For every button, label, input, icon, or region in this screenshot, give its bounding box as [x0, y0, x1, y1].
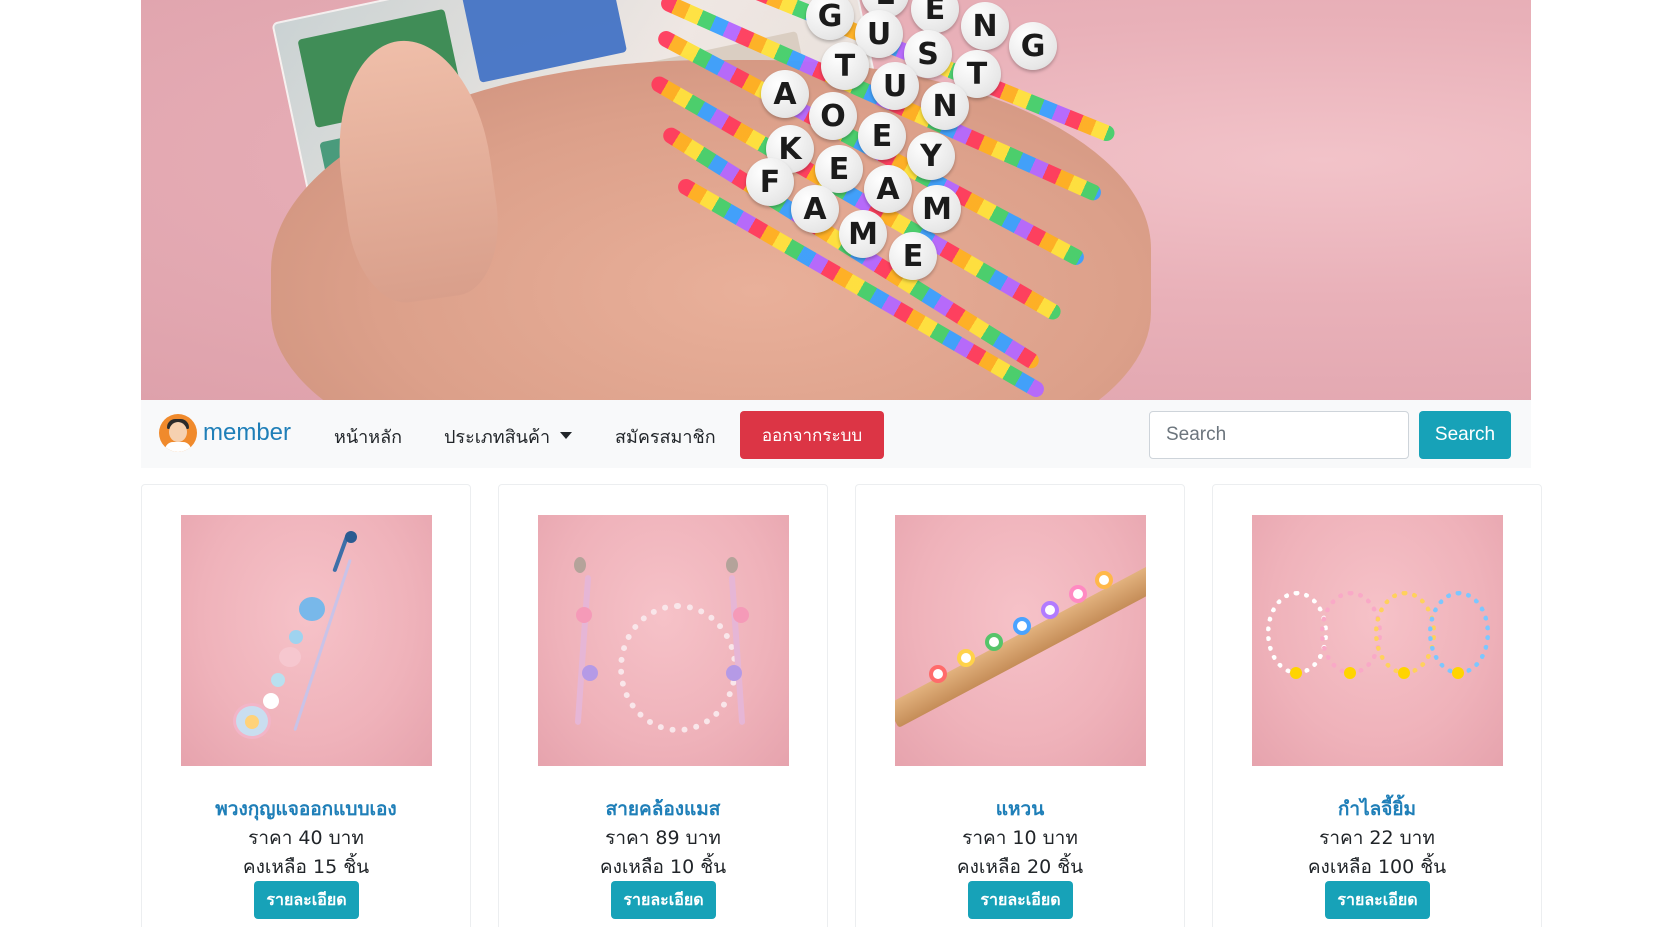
- product-title[interactable]: สายคล้องแมส: [499, 794, 827, 824]
- product-image-smiley-bracelets[interactable]: [1252, 515, 1503, 766]
- product-stock: คงเหลือ 20 ชิ้น: [956, 856, 1084, 878]
- product-image-mask-strap[interactable]: [538, 515, 789, 766]
- product-card: สายคล้องแมส ราคา 89 บาท คงเหลือ 10 ชิ้น …: [498, 484, 828, 927]
- letter-bead: N: [921, 82, 969, 130]
- letter-bead: O: [809, 92, 857, 140]
- letter-bead: E: [889, 232, 937, 280]
- letter-bead: A: [761, 70, 809, 118]
- brand-label: member: [203, 419, 292, 446]
- product-stock: คงเหลือ 15 ชิ้น: [242, 856, 370, 878]
- letter-bead: G: [1009, 22, 1057, 70]
- user-avatar-icon: [159, 414, 197, 452]
- detail-button[interactable]: รายละเอียด: [1325, 881, 1430, 919]
- letter-bead: M: [839, 210, 887, 258]
- letter-bead: F: [746, 158, 794, 206]
- letter-bead: M: [913, 185, 961, 233]
- navbar: member หน้าหลัก ประเภทสินค้า สมัครสมาชิก…: [141, 400, 1531, 468]
- product-card: กำไลจี้ยิ้ม ราคา 22 บาท คงเหลือ 100 ชิ้น…: [1212, 484, 1542, 927]
- hero-banner-image: L E N G G U S T T U N A O E Y K E A M F …: [141, 0, 1531, 400]
- letter-bead: A: [791, 185, 839, 233]
- letter-bead: E: [858, 112, 906, 160]
- bracelet-stack: L E N G G U S T T U N A O E Y K E A M F …: [641, 0, 1161, 400]
- letter-bead: E: [911, 0, 959, 33]
- nav-categories-dropdown[interactable]: ประเภทสินค้า: [444, 422, 572, 451]
- product-price: ราคา 22 บาท: [1319, 827, 1435, 849]
- product-title[interactable]: กำไลจี้ยิ้ม: [1213, 794, 1541, 824]
- nav-home-link[interactable]: หน้าหลัก: [334, 422, 402, 451]
- nav-categories-label: ประเภทสินค้า: [444, 427, 551, 448]
- detail-button[interactable]: รายละเอียด: [611, 881, 716, 919]
- logout-button[interactable]: ออกจากระบบ: [740, 411, 884, 459]
- product-stock: คงเหลือ 100 ชิ้น: [1307, 856, 1447, 878]
- product-image-keychain[interactable]: [181, 515, 432, 766]
- product-image-rings[interactable]: [895, 515, 1146, 766]
- nav-register-link[interactable]: สมัครสมาชิก: [615, 422, 716, 451]
- letter-bead: T: [821, 42, 869, 90]
- product-stock: คงเหลือ 10 ชิ้น: [599, 856, 727, 878]
- product-card: แหวน ราคา 10 บาท คงเหลือ 20 ชิ้น รายละเอ…: [855, 484, 1185, 927]
- search-input[interactable]: [1149, 411, 1409, 459]
- letter-bead: Y: [907, 132, 955, 180]
- brand-link[interactable]: member: [159, 414, 291, 452]
- product-price: ราคา 40 บาท: [248, 827, 364, 849]
- letter-bead: A: [864, 165, 912, 213]
- detail-button[interactable]: รายละเอียด: [968, 881, 1073, 919]
- search-button[interactable]: Search: [1419, 411, 1511, 459]
- letter-bead: U: [871, 62, 919, 110]
- letter-bead: N: [961, 2, 1009, 50]
- product-title[interactable]: แหวน: [856, 794, 1184, 824]
- product-card: พวงกุญแจออกแบบเอง ราคา 40 บาท คงเหลือ 15…: [141, 484, 471, 927]
- detail-button[interactable]: รายละเอียด: [254, 881, 359, 919]
- product-title[interactable]: พวงกุญแจออกแบบเอง: [142, 794, 470, 824]
- product-price: ราคา 89 บาท: [605, 827, 721, 849]
- product-price: ราคา 10 บาท: [962, 827, 1078, 849]
